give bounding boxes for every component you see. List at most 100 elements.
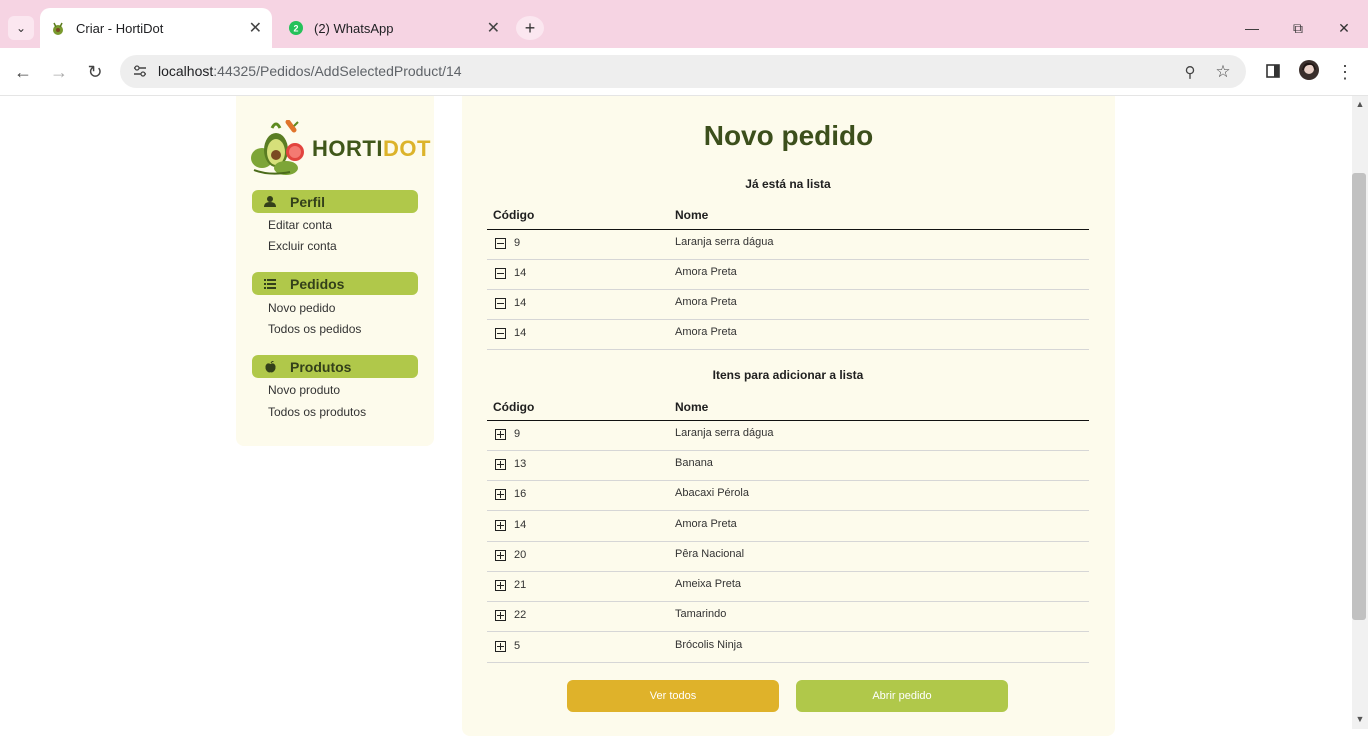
close-icon: ✕ [1338,19,1350,36]
row-code: 20 [514,549,527,561]
sidebar-link-novo-pedido[interactable]: Novo pedido [268,301,335,315]
table-row: 14 Amora Preta [487,320,1089,350]
browser-menu-button[interactable]: ⋮ [1331,58,1359,86]
user-icon [262,196,278,207]
row-name: Amora Preta [675,266,737,278]
table-row: 14 Amora Preta [487,290,1089,320]
brand-name[interactable]: HORTIDOT [312,136,431,162]
table-row: 14 Amora Preta [487,260,1089,290]
row-code: 14 [514,267,527,279]
arrow-left-icon: ← [14,61,32,82]
remove-item-icon[interactable] [495,298,506,309]
sidebar-link-todos-os-produtos[interactable]: Todos os produtos [268,405,366,419]
row-name: Amora Preta [675,326,737,338]
tab-whatsapp[interactable]: 2 (2) WhatsApp ✕ [278,8,510,48]
scrollbar-thumb[interactable] [1352,173,1366,620]
section-label: Perfil [290,193,326,210]
table-row: 21 Ameixa Preta [487,572,1089,602]
row-name: Brócolis Ninja [675,639,743,651]
row-name: Amora Preta [675,296,737,308]
site-info-icon[interactable] [130,60,150,82]
remove-item-icon[interactable] [495,238,506,249]
page-title: Novo pedido [703,120,874,151]
column-header-code: Código [493,208,535,222]
side-panel-icon [1266,62,1280,83]
remove-item-icon[interactable] [495,328,506,339]
row-code: 14 [514,297,527,309]
sidebar-link-editar-conta[interactable]: Editar conta [268,218,332,232]
row-code: 22 [514,609,527,621]
add-item-icon[interactable] [495,580,506,591]
hortidot-favicon-icon [50,20,66,36]
reload-button[interactable]: ↻ [81,58,109,86]
minimize-window-button[interactable]: — [1232,16,1272,40]
row-code: 21 [514,579,527,591]
row-name: Ameixa Preta [675,578,742,590]
svg-text:2: 2 [293,24,298,34]
scroll-up-arrow-icon[interactable]: ▲ [1352,97,1368,111]
column-header-code: Código [493,400,535,414]
column-header-name: Nome [675,400,709,414]
row-name: Laranja serra dágua [675,236,774,248]
url-text[interactable]: localhost:44325/Pedidos/AddSelectedProdu… [158,63,462,79]
row-code: 5 [514,640,521,652]
add-item-icon[interactable] [495,489,506,500]
tab-search-dropdown-button[interactable]: ⌄ [8,16,34,40]
row-name: Pêra Nacional [675,548,745,560]
forward-button[interactable]: → [45,58,73,86]
add-item-icon[interactable] [495,641,506,652]
restore-window-button[interactable]: ⧉ [1278,16,1318,40]
section-label: Pedidos [290,275,345,292]
zoom-icon: ⚲ [1184,64,1196,81]
see-all-button[interactable]: Ver todos [567,680,779,712]
avatar [1299,59,1319,85]
sidebar-link-novo-produto[interactable]: Novo produto [268,383,340,397]
open-order-button[interactable]: Abrir pedido [796,680,1008,712]
table-row: 5 Brócolis Ninja [487,633,1089,663]
apple-icon [262,360,278,373]
zoom-button[interactable]: ⚲ [1176,58,1204,86]
scroll-down-arrow-icon[interactable]: ▼ [1352,712,1368,726]
table-row: 22 Tamarindo [487,602,1089,632]
table-row: 14 Amora Preta [487,512,1089,542]
row-name: Amora Preta [675,518,737,530]
column-header-name: Nome [675,208,709,222]
add-item-icon[interactable] [495,550,506,561]
more-vertical-icon: ⋮ [1336,61,1354,82]
hortidot-logo-mark-icon [251,119,304,175]
table-row: 20 Pêra Nacional [487,542,1089,572]
row-name: Laranja serra dágua [675,427,774,439]
sidebar-section-pedidos[interactable]: Pedidos [252,272,418,295]
section-label: Produtos [290,358,352,375]
back-button[interactable]: ← [9,58,37,86]
sidebar-section-perfil[interactable]: Perfil [252,190,418,213]
profile-avatar[interactable] [1295,58,1323,86]
tab-hortidot[interactable]: Criar - HortiDot ✕ [40,8,272,48]
reload-icon: ↻ [87,61,103,82]
sidebar-section-produtos[interactable]: Produtos [252,355,418,378]
remove-item-icon[interactable] [495,268,506,279]
add-item-icon[interactable] [495,610,506,621]
table-row: 9 Laranja serra dágua [487,421,1089,451]
chevron-down-icon: ⌄ [15,21,27,35]
minimize-icon: — [1245,20,1259,36]
new-tab-button[interactable]: + [516,16,544,40]
side-panel-button[interactable] [1259,58,1287,86]
to-add-caption: Itens para adicionar a lista [712,368,864,382]
bookmark-button[interactable]: ☆ [1209,58,1237,86]
close-tab-icon[interactable]: ✕ [487,18,500,38]
close-window-button[interactable]: ✕ [1324,16,1364,40]
row-code: 16 [514,488,527,500]
add-item-icon[interactable] [495,520,506,531]
row-name: Banana [675,457,713,469]
star-icon: ☆ [1215,62,1231,81]
close-tab-icon[interactable]: ✕ [249,18,262,38]
row-name: Tamarindo [675,608,727,620]
add-item-icon[interactable] [495,429,506,440]
sidebar-link-excluir-conta[interactable]: Excluir conta [268,239,337,253]
row-name: Abacaxi Pérola [675,487,749,499]
whatsapp-favicon-icon: 2 [288,20,304,36]
list-icon [262,278,278,289]
sidebar-link-todos-os-pedidos[interactable]: Todos os pedidos [268,322,361,336]
add-item-icon[interactable] [495,459,506,470]
